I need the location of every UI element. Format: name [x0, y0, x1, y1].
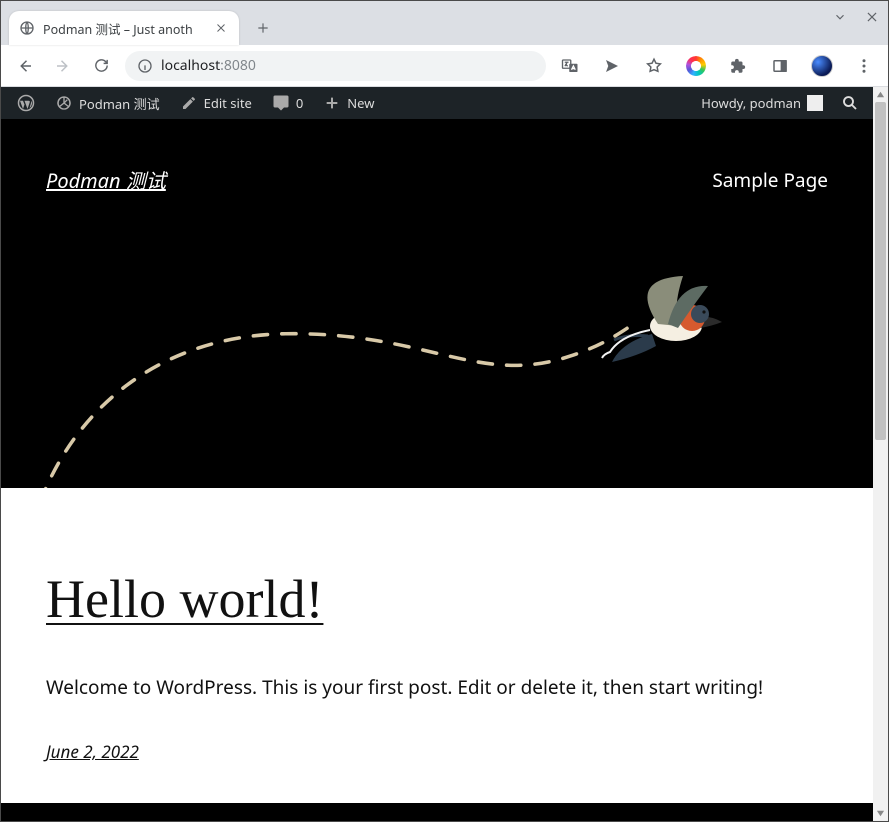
post-title-link[interactable]: Hello world!: [46, 568, 828, 630]
new-tab-button[interactable]: [249, 14, 277, 42]
wp-edit-site-label: Edit site: [204, 94, 252, 112]
scrollbar-track[interactable]: [873, 102, 888, 806]
address-bar[interactable]: localhost:8080: [125, 51, 546, 81]
wp-new[interactable]: New: [313, 87, 384, 119]
translate-icon[interactable]: [556, 52, 584, 80]
site-title-link[interactable]: Podman 测试: [46, 165, 166, 194]
reload-button[interactable]: [87, 52, 115, 80]
send-icon[interactable]: [598, 52, 626, 80]
pencil-icon: [180, 94, 198, 112]
wp-greeting: Howdy, podman: [701, 94, 801, 112]
scroll-up-arrow-icon[interactable]: [873, 87, 888, 102]
close-tab-icon[interactable]: [213, 20, 229, 36]
wp-admin-bar: Podman 测试 Edit site: [1, 87, 873, 119]
minimize-dropdown-icon[interactable]: [830, 7, 850, 27]
window-controls: [830, 7, 882, 27]
site-header: Podman 测试 Sample Page: [1, 119, 873, 224]
wp-logo-menu[interactable]: [7, 87, 45, 119]
dashed-trail-icon: [1, 224, 873, 488]
wp-search[interactable]: [833, 87, 867, 119]
post-card: Hello world! Welcome to WordPress. This …: [1, 488, 873, 803]
nav-sample-page[interactable]: Sample Page: [712, 167, 828, 193]
wp-comments-count: 0: [296, 94, 303, 112]
post-date-link[interactable]: June 2, 2022: [46, 740, 139, 763]
url-port: :8080: [220, 56, 256, 75]
post-excerpt: Welcome to WordPress. This is your first…: [46, 674, 828, 700]
browser-tab[interactable]: Podman 测试 – Just anoth: [9, 11, 239, 45]
plus-icon: [323, 94, 341, 112]
toolbar-right: [556, 52, 878, 80]
tab-strip: Podman 测试 – Just anoth: [1, 1, 888, 45]
close-window-icon[interactable]: [862, 7, 882, 27]
comment-bubble-icon: [272, 94, 290, 112]
wp-edit-site[interactable]: Edit site: [170, 87, 262, 119]
site-info-icon[interactable]: [137, 58, 153, 74]
wp-comments[interactable]: 0: [262, 87, 313, 119]
extensions-icon[interactable]: [724, 52, 752, 80]
dashboard-gauge-icon: [55, 94, 73, 112]
bird-icon: [598, 264, 738, 374]
profile-avatar-icon[interactable]: [808, 52, 836, 80]
forward-button[interactable]: [49, 52, 77, 80]
wordpress-logo-icon: [17, 94, 35, 112]
browser-toolbar: localhost:8080: [1, 45, 888, 87]
site-body: Podman 测试 Sample Page: [1, 119, 873, 803]
hero-image: [1, 224, 873, 488]
vertical-scrollbar[interactable]: [873, 87, 888, 821]
wp-site-name: Podman 测试: [79, 94, 160, 113]
page-viewport: Podman 测试 Edit site: [1, 87, 888, 821]
user-avatar-icon: [807, 95, 823, 111]
tab-title: Podman 测试 – Just anoth: [43, 19, 205, 38]
wp-new-label: New: [347, 94, 374, 112]
globe-icon: [19, 20, 35, 36]
wp-user-menu[interactable]: Howdy, podman: [691, 87, 833, 119]
scroll-down-arrow-icon[interactable]: [873, 806, 888, 821]
bookmark-star-icon[interactable]: [640, 52, 668, 80]
search-icon: [841, 94, 859, 112]
scrollbar-thumb[interactable]: [875, 102, 886, 440]
menu-kebab-icon[interactable]: [850, 52, 878, 80]
google-lens-icon[interactable]: [682, 52, 710, 80]
side-panel-icon[interactable]: [766, 52, 794, 80]
wp-site-menu[interactable]: Podman 测试: [45, 87, 170, 119]
browser-window: Podman 测试 – Just anoth: [0, 0, 889, 822]
back-button[interactable]: [11, 52, 39, 80]
url-text: localhost:8080: [161, 56, 534, 75]
url-host: localhost: [161, 56, 220, 75]
